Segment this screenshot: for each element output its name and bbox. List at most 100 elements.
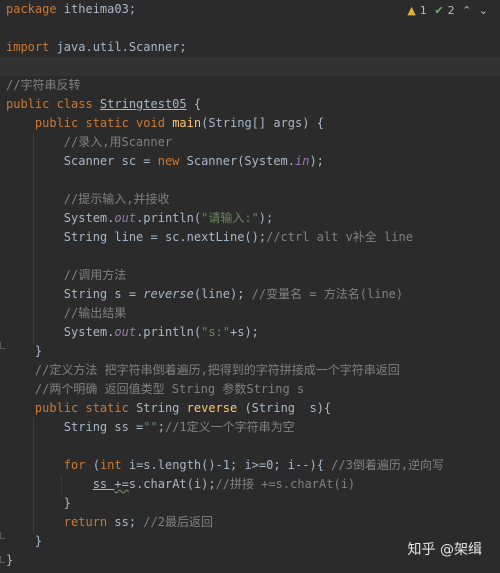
- inspection-widget[interactable]: ▲ 1 ✔ 2 ⌃ ⌄: [403, 4, 488, 17]
- code-comment: //定义方法 把字符串倒着遍历,把得到的字符拼接成一个字符串返回: [34, 363, 400, 377]
- code-token: Scanner sc =: [63, 154, 158, 168]
- code-comment: //3倒着遍历,逆向写: [331, 458, 445, 472]
- code-line[interactable]: public static String reverse (String s){: [6, 399, 331, 418]
- code-line[interactable]: //调用方法: [6, 266, 126, 285]
- code-line[interactable]: ss +=s.charAt(i);//拼接 +=s.charAt(i): [6, 475, 355, 494]
- code-token: {: [186, 97, 202, 111]
- code-line[interactable]: String s = reverse(line); //变量名 = 方法名(li…: [6, 285, 403, 304]
- weak-warning-icon: ✔: [434, 4, 444, 17]
- code-token: ;: [157, 420, 165, 434]
- code-line[interactable]: //两个明确 返回值类型 String 参数String s: [6, 380, 304, 399]
- code-token: i=s.length()-1; i>=0; i--){: [121, 458, 332, 472]
- code-comment: //1定义一个字符串为空: [164, 420, 295, 434]
- code-line[interactable]: for (int i=s.length()-1; i>=0; i--){ //3…: [6, 456, 444, 475]
- code-line[interactable]: public class Stringtest05 {: [6, 95, 201, 114]
- code-token: (String s){: [237, 401, 332, 415]
- code-line[interactable]: package itheima03;: [6, 0, 136, 19]
- code-line[interactable]: //定义方法 把字符串倒着遍历,把得到的字符拼接成一个字符串返回: [6, 361, 400, 380]
- code-token: itheima03;: [56, 2, 137, 16]
- chevron-down-icon[interactable]: ⌄: [479, 4, 488, 17]
- code-token: public static void: [34, 116, 173, 130]
- code-token: out: [114, 325, 137, 339]
- warning-icon: ▲: [407, 4, 416, 17]
- string-literal: "s:": [201, 325, 230, 339]
- code-token: }: [63, 496, 72, 510]
- current-line-highlight: [0, 57, 500, 76]
- code-line[interactable]: }: [6, 494, 71, 513]
- code-comment: //调用方法: [63, 268, 127, 282]
- code-token: }: [34, 534, 43, 548]
- code-comment: //输出结果: [63, 306, 127, 320]
- code-token: +=: [114, 477, 129, 491]
- code-token: Scanner(System.: [179, 154, 295, 168]
- code-token: ss: [92, 477, 115, 491]
- code-token: in: [295, 154, 310, 168]
- code-line[interactable]: System.out.println("请输入:");: [6, 209, 273, 228]
- code-token: System.: [63, 325, 115, 339]
- code-token: for: [63, 458, 86, 472]
- code-token: String line = sc.nextLine();: [63, 230, 267, 244]
- code-line[interactable]: String ss ="";//1定义一个字符串为空: [6, 418, 295, 437]
- code-token: return: [63, 515, 108, 529]
- code-line[interactable]: //录入,用Scanner: [6, 133, 172, 152]
- code-token: import: [6, 40, 50, 54]
- code-token: int: [99, 458, 122, 472]
- code-line[interactable]: //输出结果: [6, 304, 126, 323]
- code-comment: //录入,用Scanner: [63, 135, 173, 149]
- string-literal: "请输入:": [201, 211, 259, 225]
- code-editor[interactable]: ▲ 1 ✔ 2 ⌃ ⌄ package itheima03; import java…: [0, 0, 500, 573]
- code-token: System.: [63, 211, 115, 225]
- code-token: ss;: [107, 515, 144, 529]
- fold-marker[interactable]: [0, 556, 5, 563]
- class-name: Stringtest05: [99, 97, 187, 111]
- code-line[interactable]: import java.util.Scanner;: [6, 38, 187, 57]
- code-token: String ss =: [63, 420, 144, 434]
- code-token: String s =: [63, 287, 144, 301]
- code-line[interactable]: System.out.println("s:"+s);: [6, 323, 259, 342]
- code-token: +s);: [230, 325, 259, 339]
- code-comment: //变量名 = 方法名(line): [251, 287, 404, 301]
- code-token: package: [6, 2, 57, 16]
- code-token: public static: [34, 401, 137, 415]
- watermark: 知乎 @架缉: [407, 542, 482, 558]
- code-line[interactable]: Scanner sc = new Scanner(System.in);: [6, 152, 324, 171]
- code-line[interactable]: //提示输入,并接收: [6, 190, 170, 209]
- code-comment: //提示输入,并接收: [63, 192, 170, 206]
- code-token: }: [6, 553, 14, 567]
- fold-marker[interactable]: [0, 342, 5, 349]
- code-token: .println(: [136, 211, 202, 225]
- code-token: .println(: [136, 325, 202, 339]
- code-line[interactable]: return ss; //2最后返回: [6, 513, 213, 532]
- code-comment: //字符串反转: [6, 78, 81, 92]
- code-token: (String[] args) {: [201, 116, 324, 130]
- code-token: s.charAt(i);: [128, 477, 216, 491]
- code-comment: //两个明确 返回值类型 String 参数String s: [34, 382, 305, 396]
- code-comment: //ctrl alt v补全 line: [266, 230, 413, 244]
- code-token: public class: [6, 97, 100, 111]
- code-token: reverse: [143, 287, 194, 301]
- string-literal: "": [143, 420, 158, 434]
- code-token: );: [258, 211, 274, 225]
- code-token: new: [157, 154, 180, 168]
- code-comment: //拼接 +=s.charAt(i): [215, 477, 356, 491]
- code-token: java.util.Scanner;: [49, 40, 187, 54]
- code-comment: //2最后返回: [143, 515, 213, 529]
- code-token: out: [114, 211, 137, 225]
- code-line[interactable]: //字符串反转: [6, 76, 80, 95]
- code-line[interactable]: String line = sc.nextLine();//ctrl alt v…: [6, 228, 413, 247]
- fold-marker[interactable]: [0, 532, 5, 539]
- code-token: (: [85, 458, 100, 472]
- code-token: String: [136, 401, 187, 415]
- method-name: main: [172, 116, 202, 130]
- code-token: );: [309, 154, 324, 168]
- code-line[interactable]: }: [6, 551, 13, 570]
- code-line[interactable]: }: [6, 342, 42, 361]
- code-token: }: [34, 344, 43, 358]
- code-token: (line);: [193, 287, 252, 301]
- method-name: reverse: [186, 401, 238, 415]
- code-line[interactable]: }: [6, 532, 42, 551]
- weak-warning-count: 2: [447, 4, 455, 17]
- chevron-up-icon[interactable]: ⌃: [462, 4, 471, 17]
- code-line[interactable]: public static void main(String[] args) {: [6, 114, 324, 133]
- warning-count: 1: [419, 4, 427, 17]
